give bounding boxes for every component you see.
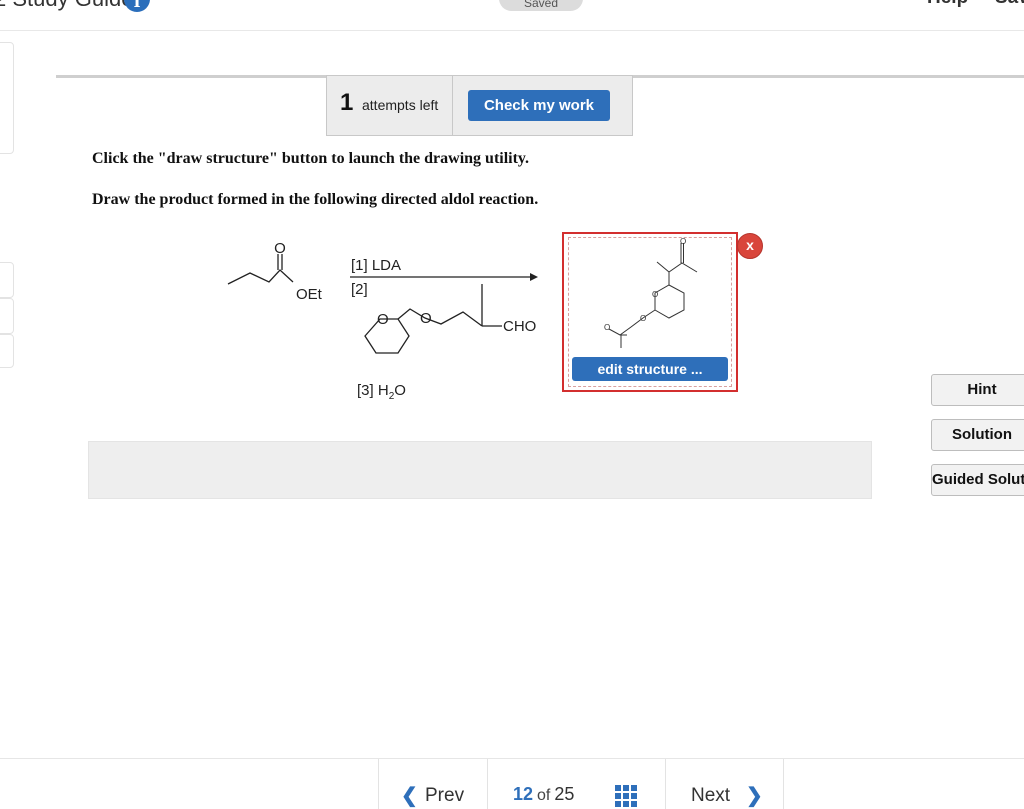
aldehyde-chain <box>397 308 483 327</box>
cho-label: CHO <box>503 318 536 335</box>
help-link[interactable]: Help <box>927 0 968 9</box>
drawn-ring-oxygen-label: O <box>652 290 658 299</box>
step1-label: [1] LDA <box>351 257 401 274</box>
answer-drawing-box[interactable]: O O O O edit structure ... <box>562 232 738 392</box>
saved-status-badge: Saved <box>499 0 583 11</box>
assignment-title: 2 Study Guide <box>0 0 133 12</box>
drawn-ring <box>654 284 685 319</box>
left-panel-item[interactable] <box>0 298 14 334</box>
attempts-panel: 1 attempts left Check my work <box>326 75 633 136</box>
drawn-structure: O O O O <box>604 237 698 348</box>
page-indicator[interactable]: 12 of 25 <box>513 784 574 805</box>
reactant-oxygen-label: O <box>274 240 286 257</box>
left-panel-item[interactable] <box>0 262 14 298</box>
chevron-left-icon: ❮ <box>401 785 418 807</box>
attempts-label: attempts left <box>362 97 439 113</box>
prev-label: Prev <box>425 785 465 806</box>
instruction-question: Draw the product formed in the following… <box>92 191 539 208</box>
attempts-counter: 1 attempts left <box>327 76 453 135</box>
instruction-draw-utility: Click the "draw structure" button to lau… <box>92 150 530 167</box>
solution-button[interactable]: Solution <box>931 419 1024 451</box>
step2-label: [2] <box>351 281 368 298</box>
total-pages: 25 <box>554 784 575 804</box>
step3-label: [3] H2O <box>357 382 406 402</box>
drawn-terminal-oxygen-label: O <box>604 323 610 332</box>
left-panel-item[interactable] <box>0 334 14 368</box>
attempts-count: 1 <box>340 89 354 116</box>
current-page: 12 <box>513 784 534 804</box>
ether-oxygen-label: O <box>420 310 432 327</box>
next-label: Next <box>691 785 731 806</box>
check-my-work-button[interactable]: Check my work <box>468 90 610 121</box>
reactant-oet-label: OEt <box>296 286 323 303</box>
chevron-right-icon: ❯ <box>746 785 763 807</box>
grid-icon[interactable] <box>615 785 637 807</box>
guided-solution-button[interactable]: Guided Solution <box>931 464 1024 496</box>
left-panel-card <box>0 42 14 154</box>
pagination-controls: ❮ Prev 12 of 25 Next ❯ <box>378 759 784 809</box>
ester-skeleton <box>227 269 294 285</box>
next-button[interactable]: Next ❯ <box>665 759 784 809</box>
drawn-oxygen-label: O <box>680 238 686 246</box>
close-icon[interactable]: x <box>737 233 763 259</box>
ring-oxygen-label: O <box>377 311 389 328</box>
top-bar: 2 Study Guide i Saved Help Save & Exit <box>0 0 1024 31</box>
drawn-side-chain <box>619 309 656 336</box>
feedback-area <box>88 441 872 499</box>
pagination-bar: ❮ Prev 12 of 25 Next ❯ <box>0 758 1024 809</box>
arrow-head <box>530 273 538 281</box>
drawn-ether-oxygen-label: O <box>640 314 646 323</box>
prev-button[interactable]: ❮ Prev <box>379 759 488 809</box>
hint-button[interactable]: Hint <box>931 374 1024 406</box>
edit-structure-button[interactable]: edit structure ... <box>572 357 728 381</box>
page-of-label: of <box>537 787 551 804</box>
save-exit-button[interactable]: Save & Exit <box>995 0 1024 9</box>
reaction-scheme: O OEt [1] LDA [2] O O CHO [3] H2O <box>227 240 538 402</box>
drawn-ketone-chain <box>656 261 698 273</box>
